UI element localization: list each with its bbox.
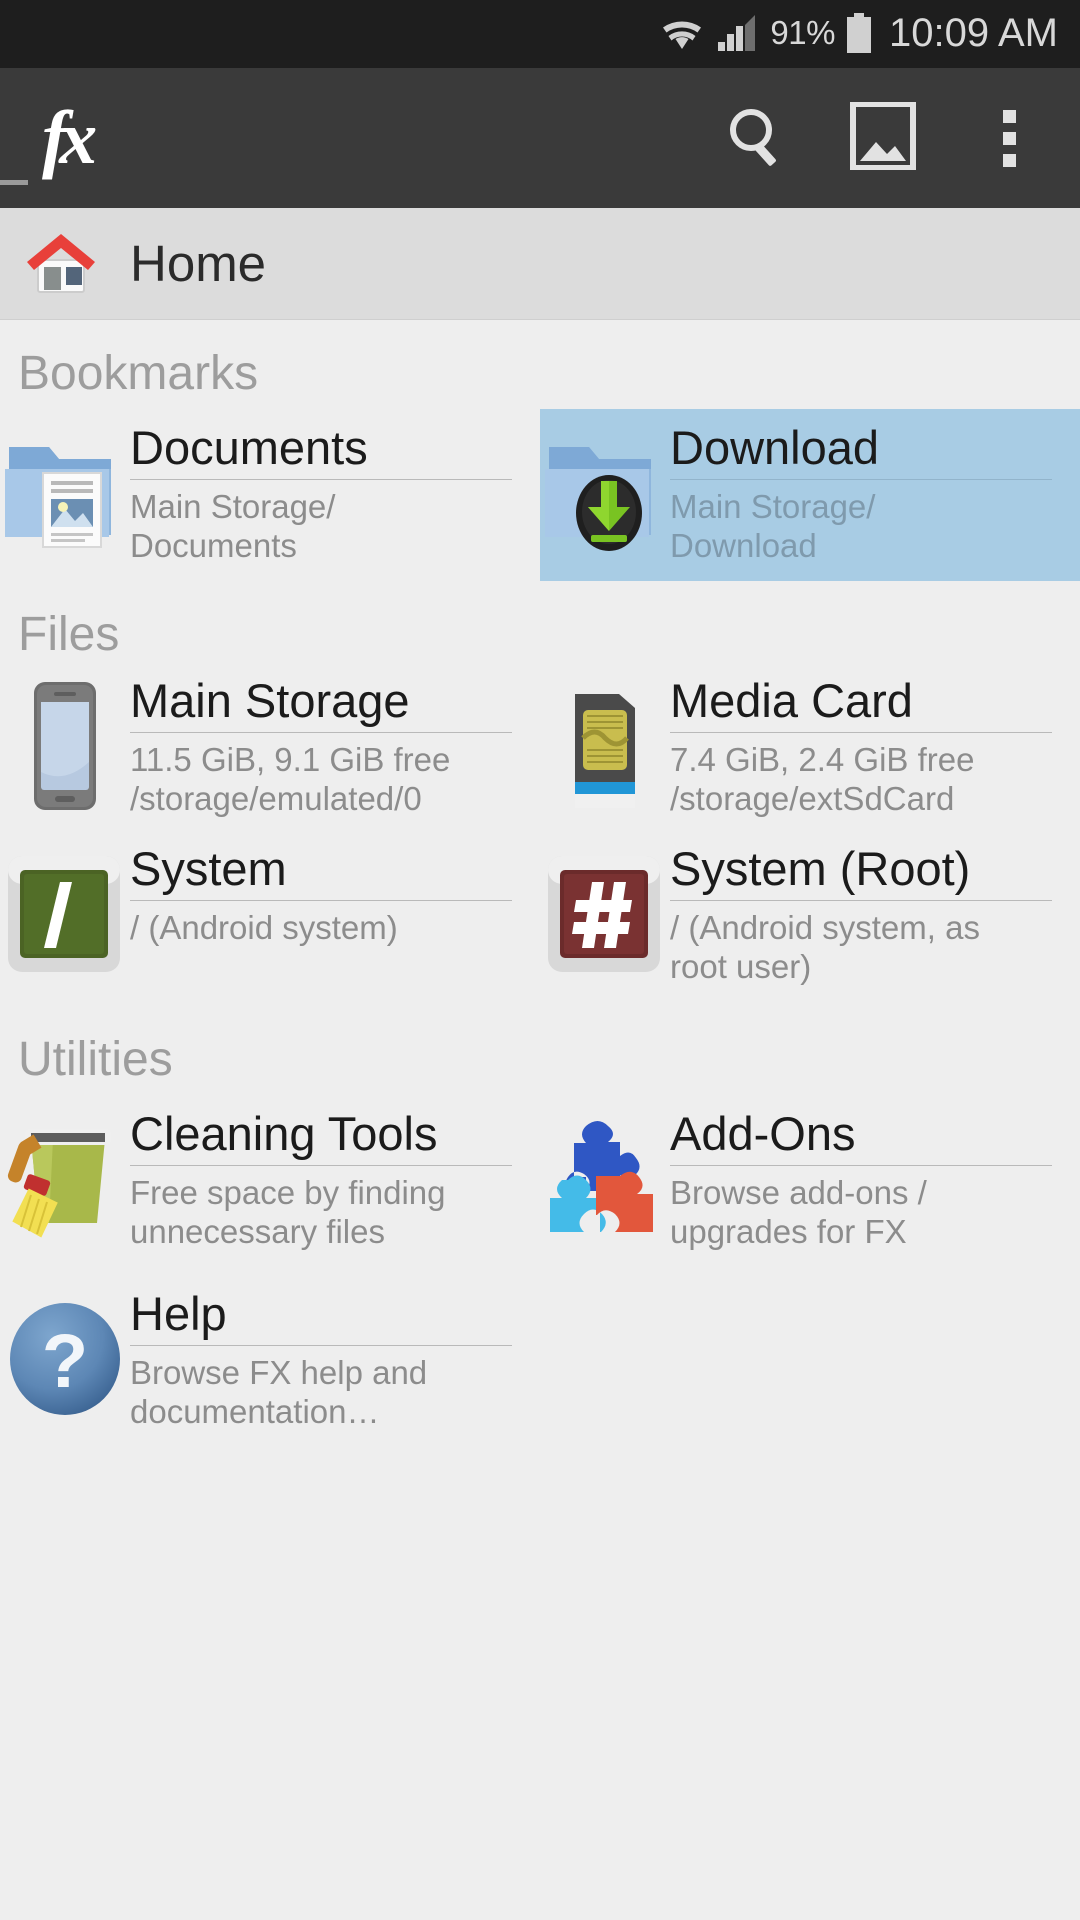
puzzle-addons-icon <box>540 1113 670 1245</box>
cleaning-broom-icon <box>0 1113 130 1245</box>
drawer-dash-icon[interactable] <box>0 180 28 185</box>
utility-item-add-ons[interactable]: Add-Ons Browse add-ons / upgrades for FX <box>540 1095 1080 1275</box>
utility-title-add-ons: Add-Ons <box>670 1107 856 1160</box>
section-header-files: Files <box>18 608 120 661</box>
bookmark-item-documents[interactable]: Documents Main Storage/ Documents <box>0 409 540 581</box>
file-item-media-card[interactable]: Media Card 7.4 GiB, 2.4 GiB free /storag… <box>540 670 1080 838</box>
bookmark-body-documents: Documents Main Storage/ Documents <box>130 423 532 566</box>
bookmarks-grid: Documents Main Storage/ Documents Downlo… <box>0 409 1080 581</box>
utilities-grid: Cleaning Tools Free space by finding unn… <box>0 1095 1080 1455</box>
system-root-slash-icon <box>0 848 130 980</box>
file-subtitle-main-storage: 11.5 GiB, 9.1 GiB free /storage/emulated… <box>130 740 451 817</box>
breadcrumb[interactable]: Home <box>0 208 1080 320</box>
home-icon <box>24 229 98 299</box>
home-content: Bookmarks Documents Main Storage/ Docume… <box>0 320 1080 1455</box>
action-bar-icons <box>694 68 1080 208</box>
file-item-system-root[interactable]: System (Root) / (Android system, as root… <box>540 838 1080 1006</box>
battery-percent-label: 91% <box>770 13 835 51</box>
file-body-main-storage: Main Storage 11.5 GiB, 9.1 GiB free /sto… <box>130 676 532 819</box>
divider <box>130 1164 512 1166</box>
file-title-system: System <box>130 842 287 895</box>
app-logo[interactable]: fx <box>42 100 97 176</box>
bookmark-item-download[interactable]: Download Main Storage/ Download <box>540 409 1080 581</box>
section-header-utilities: Utilities <box>18 1033 173 1086</box>
divider <box>670 731 1052 733</box>
divider <box>130 1344 512 1346</box>
search-icon <box>726 105 788 172</box>
file-item-system[interactable]: System / (Android system) <box>0 838 540 1006</box>
bookmark-title-download: Download <box>670 421 880 474</box>
system-root-hash-icon <box>540 848 670 980</box>
file-title-media-card: Media Card <box>670 674 913 727</box>
utility-subtitle-cleaning-tools: Free space by finding unnecessary files <box>130 1173 446 1250</box>
bookmark-subtitle-documents: Main Storage/ Documents <box>130 487 336 564</box>
utility-subtitle-help: Browse FX help and documentation… <box>130 1353 428 1430</box>
svg-text:?: ? <box>42 1319 88 1404</box>
utility-body-help: Help Browse FX help and documentation… <box>130 1289 532 1432</box>
utility-item-help[interactable]: ? Help Browse FX help and documentation… <box>0 1275 540 1455</box>
utility-subtitle-add-ons: Browse add-ons / upgrades for FX <box>670 1173 927 1250</box>
file-item-main-storage[interactable]: Main Storage 11.5 GiB, 9.1 GiB free /sto… <box>0 670 540 838</box>
image-icon <box>849 100 917 175</box>
section-header-bookmarks: Bookmarks <box>18 347 259 400</box>
gallery-button[interactable] <box>820 68 946 208</box>
divider <box>670 478 1052 480</box>
help-question-icon: ? <box>0 1293 130 1425</box>
divider <box>670 1164 1052 1166</box>
file-body-system-root: System (Root) / (Android system, as root… <box>670 844 1072 987</box>
file-subtitle-system-root: / (Android system, as root user) <box>670 908 980 985</box>
file-title-main-storage: Main Storage <box>130 674 410 727</box>
utility-body-add-ons: Add-Ons Browse add-ons / upgrades for FX <box>670 1109 1072 1252</box>
files-grid: Main Storage 11.5 GiB, 9.1 GiB free /sto… <box>0 670 1080 1006</box>
file-subtitle-system: / (Android system) <box>130 908 398 946</box>
overflow-menu-button[interactable] <box>946 68 1072 208</box>
divider <box>130 731 512 733</box>
bookmark-title-documents: Documents <box>130 421 368 474</box>
utility-body-cleaning-tools: Cleaning Tools Free space by finding unn… <box>130 1109 532 1252</box>
divider <box>130 899 512 901</box>
file-subtitle-media-card: 7.4 GiB, 2.4 GiB free /storage/extSdCard <box>670 740 975 817</box>
battery-icon <box>845 13 873 53</box>
status-bar: 91% 10:09 AM <box>0 0 1080 68</box>
overflow-menu-icon <box>1002 109 1016 167</box>
file-body-media-card: Media Card 7.4 GiB, 2.4 GiB free /storag… <box>670 676 1072 819</box>
status-clock: 10:09 AM <box>888 10 1058 55</box>
cell-signal-icon <box>718 14 756 51</box>
file-body-system: System / (Android system) <box>130 844 532 948</box>
bookmark-subtitle-download: Main Storage/ Download <box>670 487 876 564</box>
utility-title-cleaning-tools: Cleaning Tools <box>130 1107 438 1160</box>
search-button[interactable] <box>694 68 820 208</box>
utility-title-help: Help <box>130 1287 227 1340</box>
bookmark-body-download: Download Main Storage/ Download <box>670 423 1072 566</box>
breadcrumb-label: Home <box>130 235 267 292</box>
divider <box>130 478 512 480</box>
sd-card-icon <box>540 680 670 812</box>
wifi-icon <box>662 16 702 50</box>
divider <box>670 899 1052 901</box>
folder-download-icon <box>540 427 670 559</box>
folder-documents-icon <box>0 427 130 559</box>
utility-item-cleaning-tools[interactable]: Cleaning Tools Free space by finding unn… <box>0 1095 540 1275</box>
action-bar: fx <box>0 68 1080 208</box>
phone-storage-icon <box>0 680 130 812</box>
file-title-system-root: System (Root) <box>670 842 971 895</box>
